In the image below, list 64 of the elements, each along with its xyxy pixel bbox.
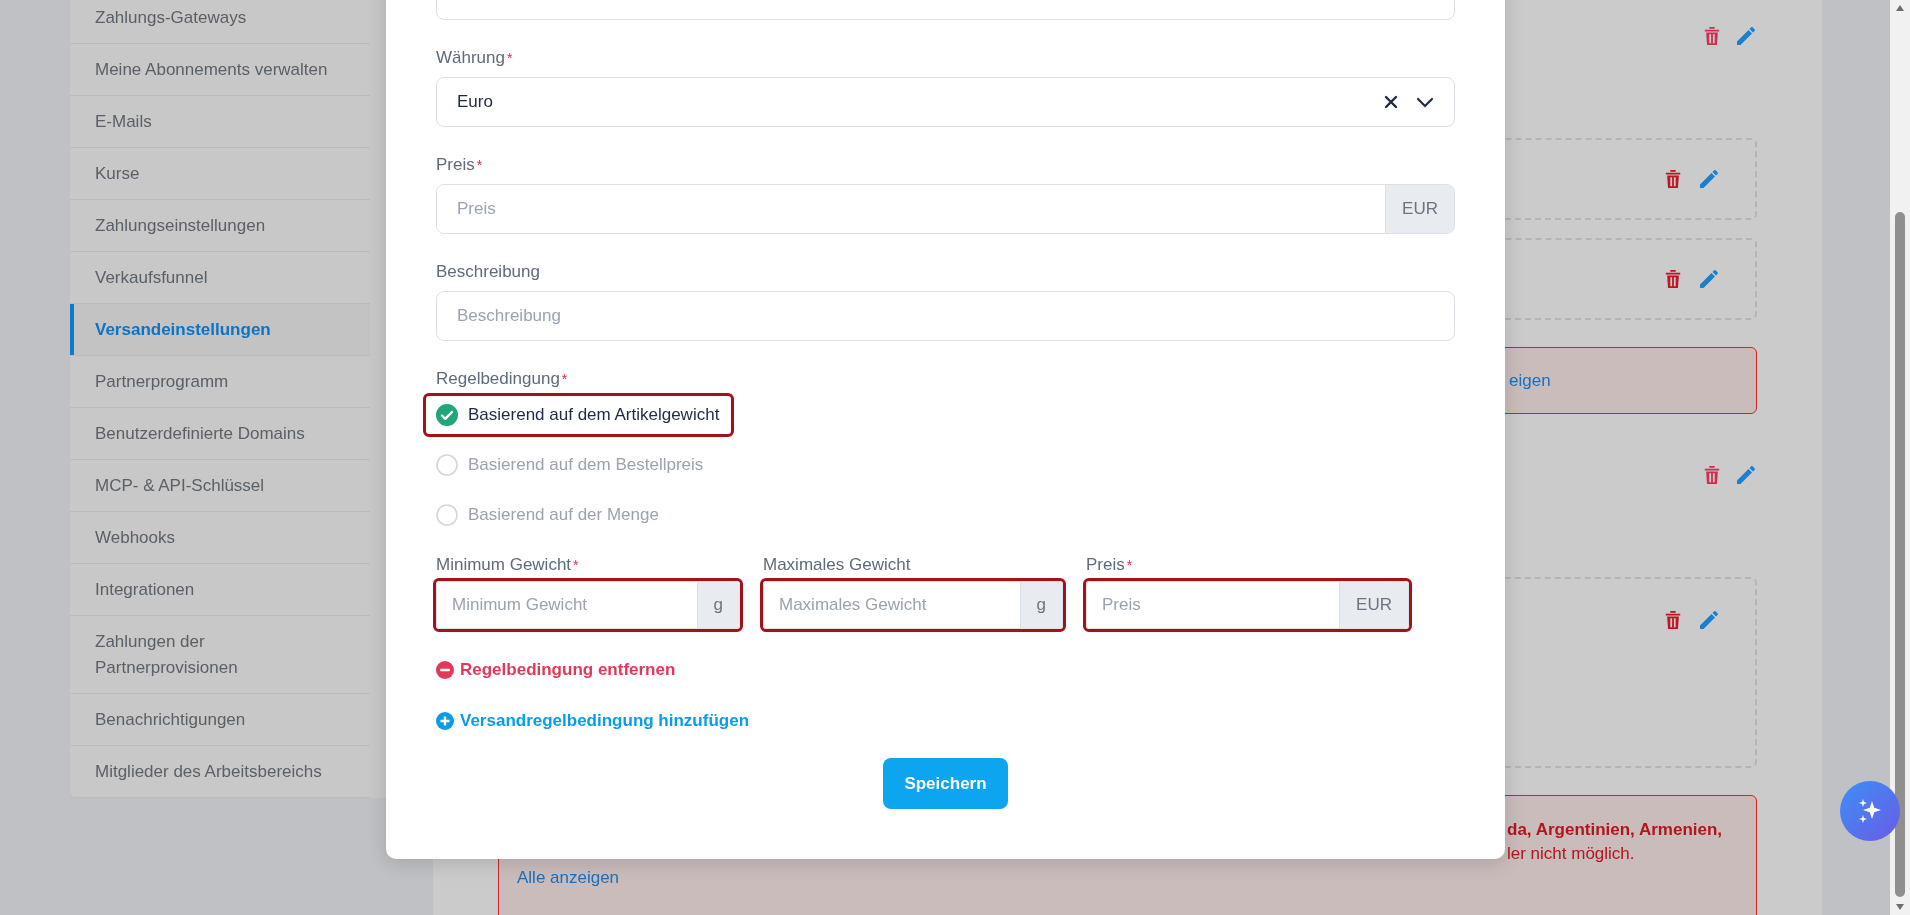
field-label: Preis <box>1086 554 1125 576</box>
chevron-down-icon[interactable] <box>1416 96 1434 108</box>
save-button[interactable]: Speichern <box>883 758 1008 809</box>
sidebar-item[interactable]: E-Mails <box>70 96 370 148</box>
sidebar-item[interactable]: Kurse <box>70 148 370 200</box>
sidebar-item[interactable]: Benachrichtigungen <box>70 694 370 746</box>
input-field[interactable]: Maximales Gewicht g <box>763 581 1063 629</box>
pencil-icon[interactable] <box>1698 168 1720 190</box>
sidebar-item[interactable]: Partnerprogramm <box>70 356 370 408</box>
show-all-link[interactable]: Alle anzeigen <box>499 866 620 890</box>
show-all-link[interactable]: eigen <box>1509 368 1756 393</box>
field-label: Regelbedingung <box>436 368 560 390</box>
sidebar-item[interactable]: Meine Abonnements verwalten <box>70 44 370 96</box>
radio-label[interactable]: Basierend auf dem Artikelgewicht <box>468 405 720 425</box>
required-mark: * <box>1126 556 1133 575</box>
trash-icon[interactable] <box>1703 465 1721 485</box>
minus-circle-icon <box>436 661 454 679</box>
sidebar-item[interactable]: Zahlungs-Gateways <box>70 0 370 44</box>
scroll-up-icon[interactable] <box>1895 4 1905 12</box>
radio-icon[interactable] <box>436 504 458 526</box>
scrollbar[interactable] <box>1890 0 1910 915</box>
assistant-button[interactable] <box>1840 781 1900 841</box>
sidebar-item[interactable]: Benutzerdefinierte Domains <box>70 408 370 460</box>
alert-text: ler nicht möglich. <box>1506 843 1636 865</box>
remove-condition-link[interactable]: Regelbedingung entfernen <box>436 659 676 681</box>
field-label: Preis <box>436 154 475 176</box>
clear-icon[interactable] <box>1384 95 1398 109</box>
sidebar-item[interactable]: Zahlungseinstellungen <box>70 200 370 252</box>
alert-text: da, Argentinien, Armenien, <box>1506 819 1724 841</box>
field-label: Beschreibung <box>436 261 540 283</box>
sidebar-item[interactable]: Mitglieder des Arbeitsbereichs <box>70 746 370 798</box>
field-label: Währung <box>436 47 505 69</box>
sidebar-item[interactable]: Webhooks <box>70 512 370 564</box>
pencil-icon[interactable] <box>1698 609 1720 631</box>
pencil-icon[interactable] <box>1735 464 1757 486</box>
field-label: Maximales Gewicht <box>763 554 911 576</box>
trash-icon[interactable] <box>1664 169 1682 189</box>
currency-select[interactable]: Euro <box>436 77 1455 127</box>
radio-label[interactable]: Basierend auf der Menge <box>468 505 659 525</box>
radio-label[interactable]: Basierend auf dem Bestellpreis <box>468 455 704 475</box>
pencil-icon[interactable] <box>1698 268 1720 290</box>
price-field[interactable]: Preis EUR <box>436 184 1455 234</box>
pencil-icon[interactable] <box>1735 25 1757 47</box>
required-mark: * <box>476 156 483 175</box>
sidebar-item[interactable]: Versandeinstellungen <box>70 304 370 356</box>
required-mark: * <box>507 49 513 68</box>
required-mark: * <box>561 370 568 389</box>
description-field[interactable]: Beschreibung <box>436 291 1455 341</box>
scroll-down-icon[interactable] <box>1895 903 1905 911</box>
sidebar-item[interactable]: MCP- & API-Schlüssel <box>70 460 370 512</box>
checked-radio-icon[interactable] <box>436 404 458 426</box>
radio-icon[interactable] <box>436 454 458 476</box>
add-condition-link[interactable]: Versandregelbedingung hinzufügen <box>436 710 750 732</box>
trash-icon[interactable] <box>1664 269 1682 289</box>
field-label: Minimum Gewicht <box>436 554 572 576</box>
input-field[interactable]: Minimum Gewicht g <box>436 581 740 629</box>
sidebar-item[interactable]: Integrationen <box>70 564 370 616</box>
trash-icon[interactable] <box>1703 26 1721 46</box>
sidebar-item[interactable]: Zahlungen der Partnerprovisionen <box>70 616 370 694</box>
plus-circle-icon <box>436 712 454 730</box>
trash-icon[interactable] <box>1664 610 1682 630</box>
input-field[interactable]: Preis EUR <box>1086 581 1409 629</box>
required-mark: * <box>573 556 579 575</box>
currency-addon: EUR <box>1385 185 1454 233</box>
